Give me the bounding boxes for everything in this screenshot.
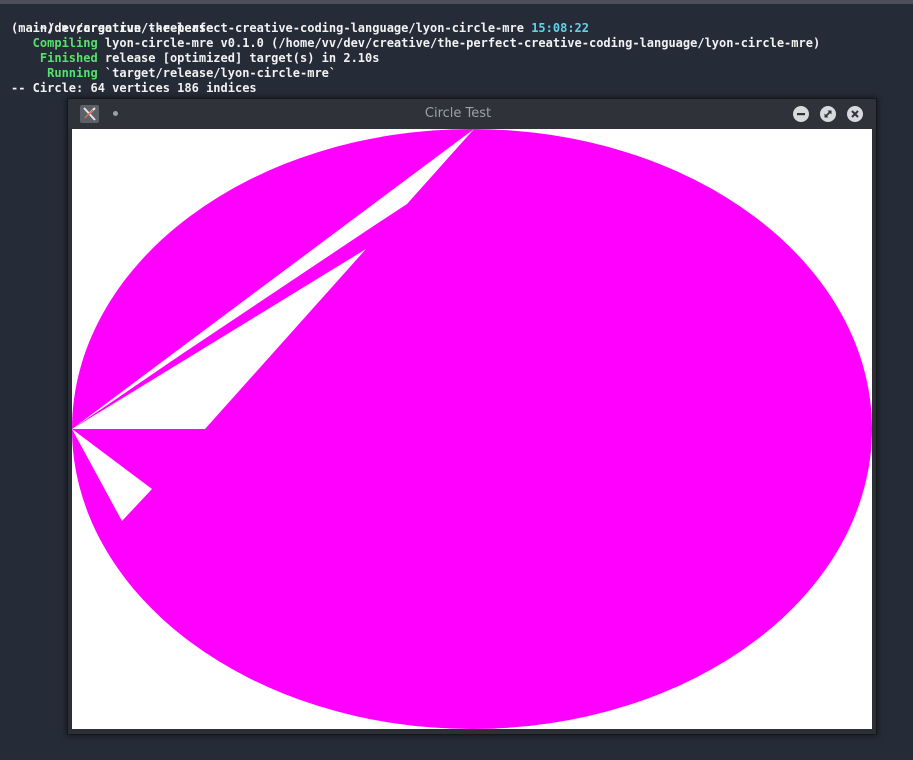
terminal-line-output: -- Circle: 64 vertices 186 indices bbox=[11, 81, 257, 95]
terminal-line-running: Running `target/release/lyon-circle-mre` bbox=[11, 66, 336, 81]
minimize-icon bbox=[797, 113, 805, 116]
close-button[interactable] bbox=[847, 106, 863, 122]
terminal-line-command: (main) > cargo run --release bbox=[11, 21, 214, 35]
circle-test-window[interactable]: Circle Test bbox=[67, 98, 877, 735]
compiling-text: lyon-circle-mre v0.1.0 (/home/vv/dev/cre… bbox=[97, 36, 821, 50]
window-title: Circle Test bbox=[424, 106, 492, 121]
circle-render bbox=[72, 129, 872, 729]
status-running: Running bbox=[11, 66, 98, 80]
maximize-button[interactable] bbox=[820, 106, 836, 122]
running-text: `target/release/lyon-circle-mre` bbox=[97, 66, 337, 80]
status-compiling: Compiling bbox=[11, 36, 98, 50]
terminal-line-compiling: Compiling lyon-circle-mre v0.1.0 (/home/… bbox=[11, 36, 821, 51]
minimize-button[interactable] bbox=[793, 106, 809, 122]
prompt-time: 15:08:22 bbox=[531, 21, 589, 35]
window-titlebar[interactable]: Circle Test bbox=[68, 99, 876, 129]
terminal-line-finished: Finished release [optimized] target(s) i… bbox=[11, 51, 380, 66]
maximize-icon bbox=[824, 110, 832, 118]
close-icon bbox=[851, 110, 859, 118]
terminal-line-prompt-path: ~/dev/creative/the-perfect-creative-codi… bbox=[11, 6, 589, 35]
status-finished: Finished bbox=[11, 51, 98, 65]
finished-text: release [optimized] target(s) in 2.10s bbox=[97, 51, 380, 65]
render-canvas[interactable] bbox=[72, 129, 872, 729]
